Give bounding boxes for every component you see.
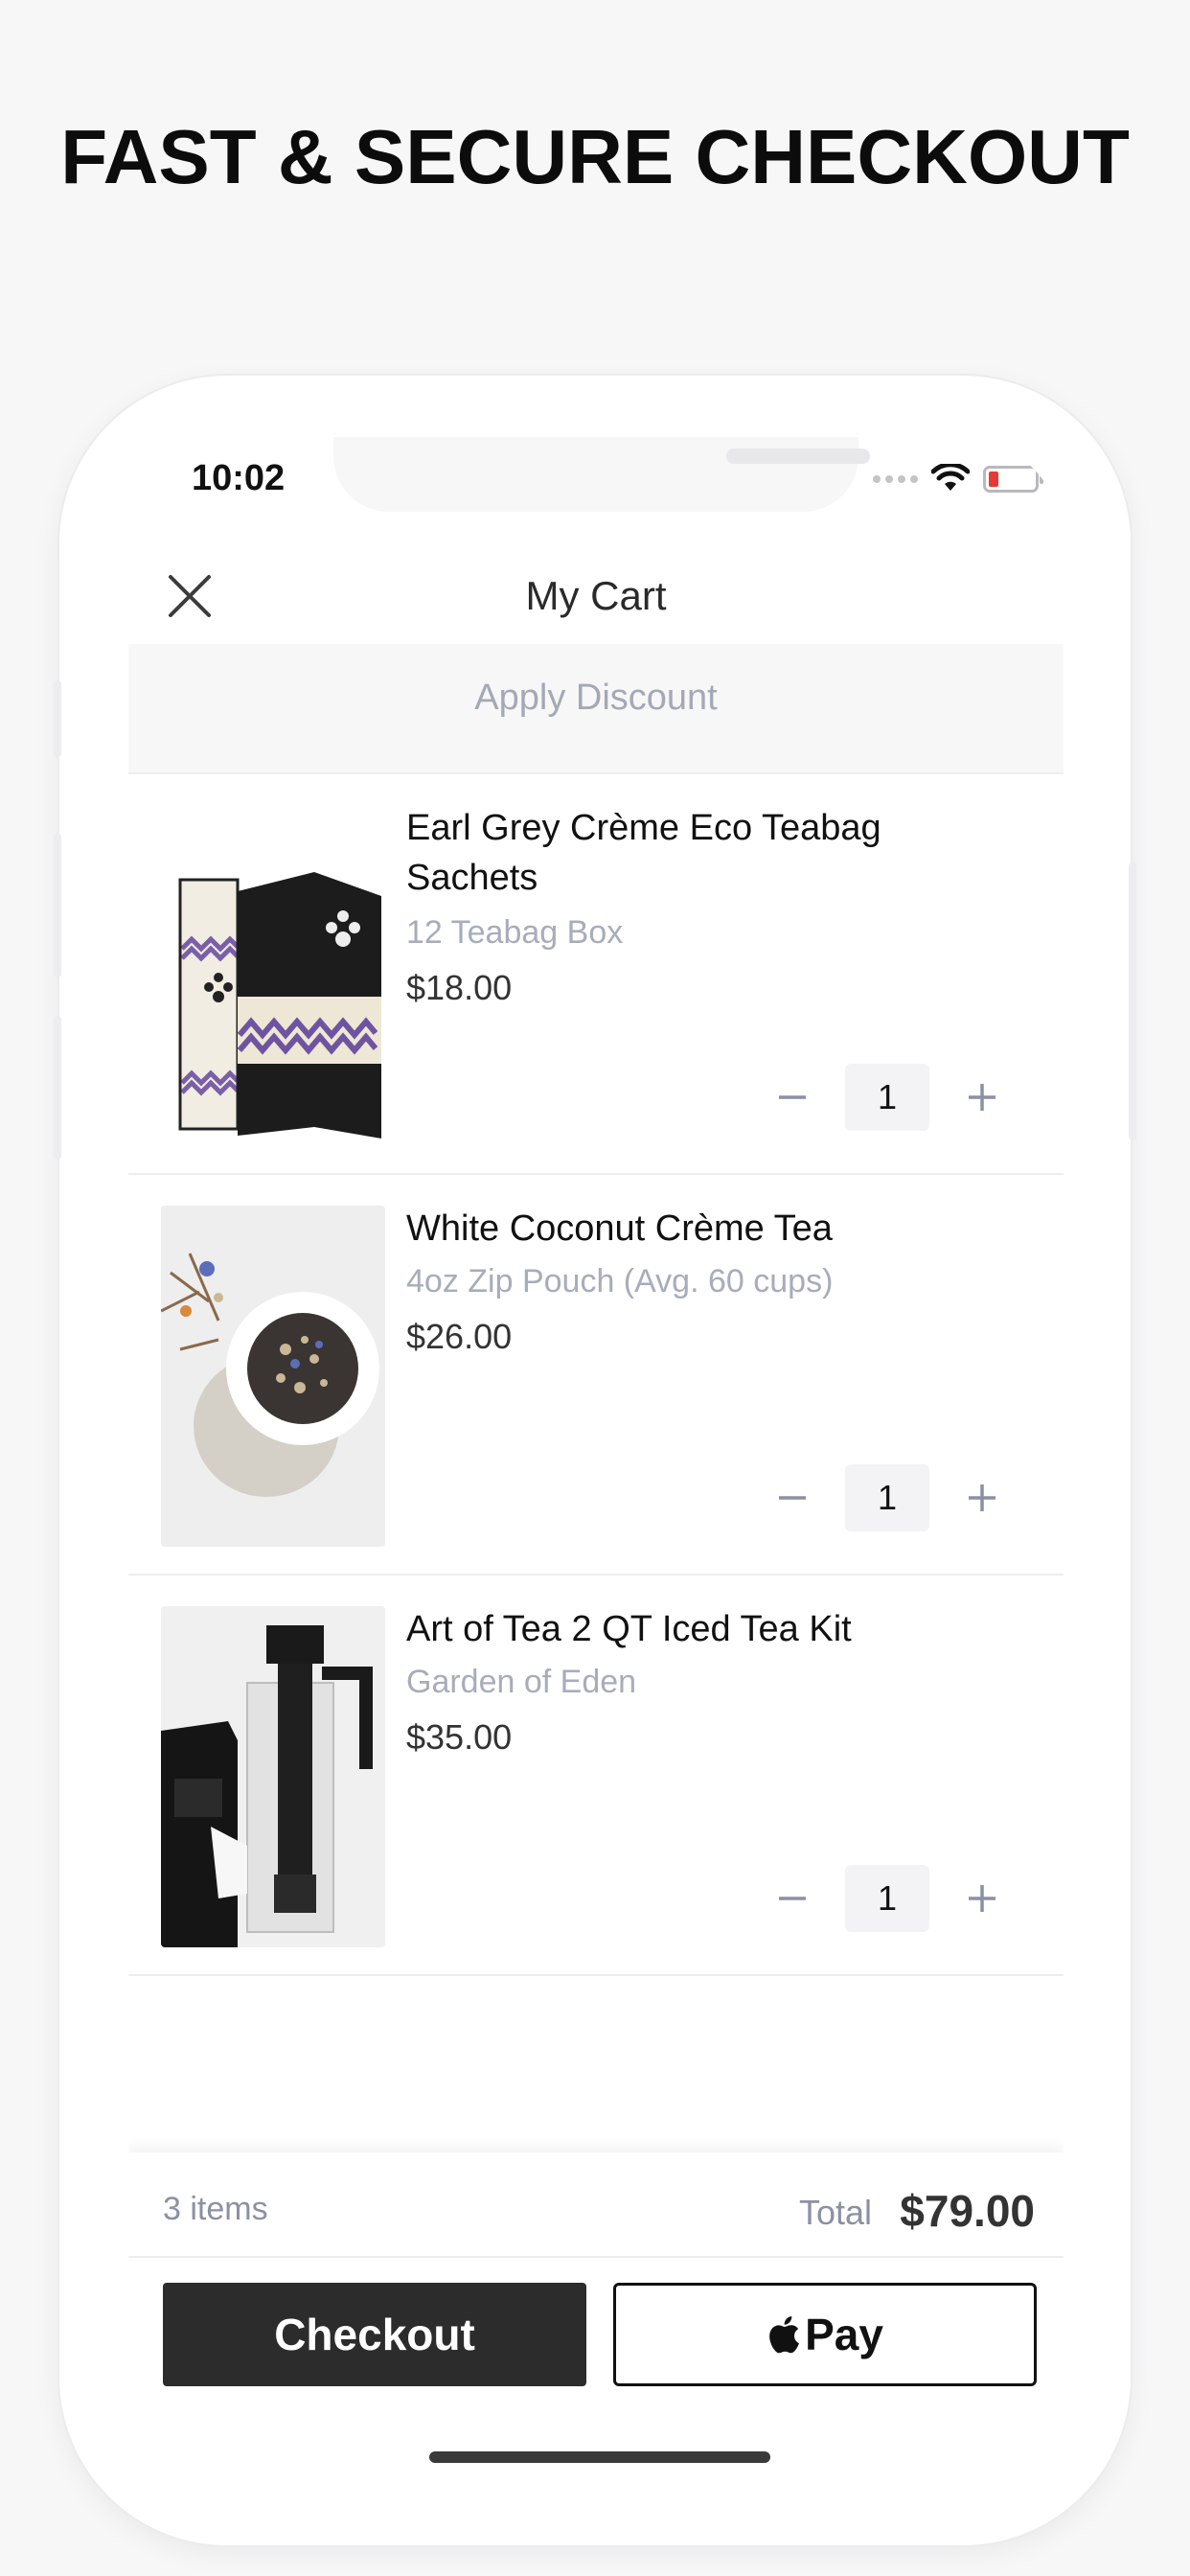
decrease-quantity-button[interactable] [759, 1464, 826, 1531]
item-count: 3 items [163, 2191, 268, 2227]
promo-headline: FAST & SECURE CHECKOUT [60, 114, 1130, 199]
product-price: $35.00 [406, 1717, 513, 1757]
phone-power-button [1129, 862, 1136, 1140]
page-title: My Cart [525, 573, 667, 618]
app-screen: 10:02 My Cart Apply Discount Earl Grey C… [128, 437, 1064, 2474]
minus-icon [779, 1095, 806, 1099]
quantity-value[interactable]: 1 [845, 1464, 929, 1531]
phone-mute-switch [54, 680, 61, 757]
apple-logo-icon [769, 2316, 800, 2354]
decrease-quantity-button[interactable] [759, 1064, 826, 1131]
plus-icon [969, 1484, 995, 1511]
quantity-value[interactable]: 1 [845, 1064, 929, 1131]
phone-volume-down [54, 1016, 61, 1160]
home-indicator[interactable] [429, 2451, 770, 2463]
cart-summary: 3 items Total $79.00 Checkout Pay [128, 2152, 1064, 2474]
product-image [161, 805, 385, 1146]
product-price: $26.00 [406, 1317, 513, 1356]
product-name: Art of Tea 2 QT Iced Tea Kit [406, 1609, 852, 1649]
product-price: $18.00 [406, 968, 513, 1007]
total-label: Total [798, 2193, 872, 2232]
status-icons [873, 464, 1043, 494]
cart-item: White Coconut Crème Tea 4oz Zip Pouch (A… [128, 1175, 1064, 1576]
plus-icon [969, 1885, 995, 1912]
product-variant: 4oz Zip Pouch (Avg. 60 cups) [406, 1263, 834, 1300]
divider [128, 2256, 1064, 2258]
product-image [161, 1206, 385, 1547]
increase-quantity-button[interactable] [949, 1064, 1016, 1131]
product-variant: Garden of Eden [406, 1664, 637, 1700]
quantity-stepper: 1 [759, 1464, 1016, 1531]
minus-icon [779, 1897, 806, 1900]
increase-quantity-button[interactable] [949, 1865, 1016, 1932]
product-variant: 12 Teabag Box [406, 914, 624, 951]
nav-bar: My Cart [128, 552, 1064, 648]
quantity-stepper: 1 [759, 1865, 1016, 1932]
product-image [161, 1606, 385, 1947]
decrease-quantity-button[interactable] [759, 1865, 826, 1932]
battery-icon [983, 466, 1043, 493]
wifi-icon [931, 464, 970, 491]
notch [333, 437, 870, 512]
plus-icon [969, 1084, 995, 1111]
total-amount: $79.00 [900, 2186, 1035, 2236]
speaker [726, 448, 870, 464]
phone-volume-up [54, 834, 61, 978]
signal-icon [873, 475, 918, 483]
minus-icon [779, 1496, 806, 1500]
apple-pay-label: Pay [805, 2310, 883, 2359]
quantity-value[interactable]: 1 [845, 1865, 929, 1932]
checkout-button[interactable]: Checkout [163, 2283, 586, 2386]
cart-item: Art of Tea 2 QT Iced Tea Kit Garden of E… [128, 1576, 1064, 1976]
quantity-stepper: 1 [759, 1064, 1016, 1131]
cart-item: Earl Grey Crème Eco Teabag Sachets 12 Te… [128, 774, 1064, 1175]
product-name: White Coconut Crème Tea [406, 1208, 833, 1249]
status-time: 10:02 [192, 458, 286, 498]
apply-discount-button[interactable]: Apply Discount [128, 644, 1064, 772]
apple-pay-button[interactable]: Pay [613, 2283, 1037, 2386]
product-name: Earl Grey Crème Eco Teabag Sachets [406, 808, 881, 898]
increase-quantity-button[interactable] [949, 1464, 1016, 1531]
